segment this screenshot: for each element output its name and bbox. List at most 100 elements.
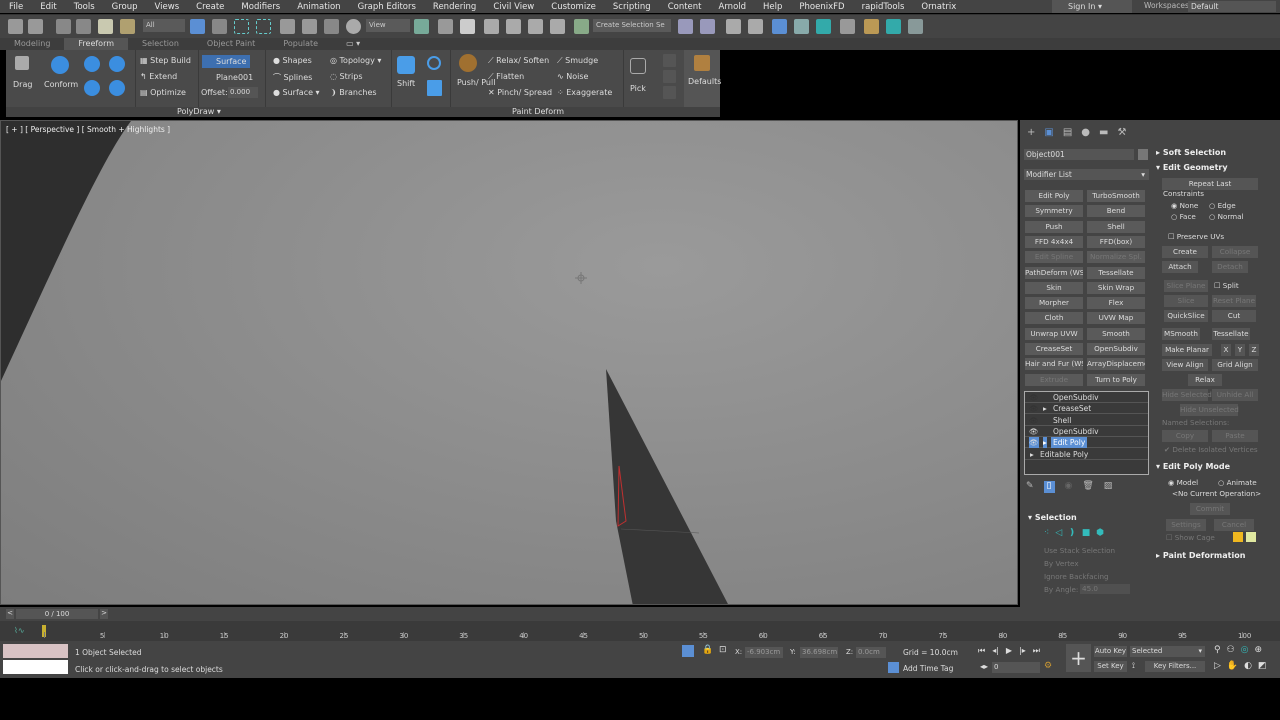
conform-move-icon[interactable] [109, 56, 125, 72]
vertex-icon[interactable]: ⁖ [1044, 528, 1049, 538]
modifier-button[interactable]: Smooth [1087, 327, 1145, 340]
shift-scale-icon[interactable] [427, 80, 442, 96]
eye-icon[interactable]: 👁 [1029, 392, 1039, 403]
noise-button[interactable]: ∿ Noise [557, 72, 588, 81]
exaggerate-button[interactable]: ⁘ Exaggerate [557, 88, 612, 97]
select-by-name-icon[interactable] [212, 19, 227, 34]
menu-arnold[interactable]: Arnold [710, 2, 755, 12]
display-tab-icon[interactable]: ▬ [1099, 127, 1108, 139]
modifier-button[interactable]: Edit Poly [1025, 190, 1083, 202]
current-frame-input[interactable]: 0 [992, 662, 1040, 673]
redo-icon[interactable] [28, 19, 43, 34]
unhide-all-button[interactable]: Unhide All [1212, 389, 1258, 401]
show-cage-checkbox[interactable]: ☐ Show Cage [1166, 533, 1215, 542]
expand-arrow-icon[interactable]: ▸ [1043, 403, 1047, 414]
next-frame-button[interactable]: > [100, 609, 108, 619]
modify-tab-icon[interactable]: ▣ [1044, 127, 1053, 139]
conform-button[interactable]: Conform [44, 80, 78, 89]
orbit-icon[interactable]: ◐ [1244, 661, 1252, 671]
utilities-tab-icon[interactable]: ⚒ [1117, 127, 1126, 139]
go-to-start-icon[interactable]: ⏮ [978, 646, 985, 656]
modifier-button[interactable]: Hair and Fur (WSM) [1025, 358, 1083, 371]
isolate-selection-icon[interactable] [682, 645, 694, 657]
bind-icon[interactable] [120, 19, 135, 34]
push-pull-button[interactable]: Push/ Pull [457, 78, 495, 88]
set-key-button[interactable]: Set Key [1094, 661, 1127, 672]
optimize-button[interactable]: ▤ Optimize [140, 88, 186, 97]
place-icon[interactable] [346, 19, 361, 34]
modifier-button[interactable]: Unwrap UVW [1025, 327, 1083, 340]
zoom-icon[interactable]: ⚲ [1214, 645, 1221, 655]
conform-options-icon[interactable] [109, 80, 125, 96]
selection-filter-dropdown[interactable]: All [143, 19, 185, 32]
expand-arrow-icon[interactable]: ▸ [1043, 437, 1047, 449]
time-configuration-icon[interactable]: ⚙ [1044, 661, 1052, 671]
pick-button[interactable]: Pick [630, 84, 646, 93]
key-mode-dropdown[interactable]: Selected ▾ [1130, 646, 1205, 657]
paint-deformation-header[interactable]: ▸ Paint Deformation [1156, 551, 1245, 560]
move-icon[interactable] [280, 19, 295, 34]
polydraw-group-label[interactable]: PolyDraw ▾ [177, 107, 221, 116]
curve-editor-icon[interactable] [794, 19, 809, 34]
link-icon[interactable] [56, 19, 71, 34]
undo-icon[interactable] [8, 19, 23, 34]
menu-modifiers[interactable]: Modifiers [232, 2, 288, 12]
extend-button[interactable]: ↰ Extend [140, 72, 177, 81]
delete-isolated-checkbox[interactable]: ✔ Delete Isolated Vertices [1164, 445, 1258, 454]
modifier-button[interactable]: Bend [1087, 205, 1145, 218]
remove-modifier-icon[interactable]: 🗑 [1082, 481, 1093, 493]
create-button[interactable]: Create [1162, 246, 1208, 258]
angle-input[interactable]: 45.0 [1080, 584, 1130, 594]
paste-button[interactable]: Paste [1212, 430, 1258, 442]
shift-rotate-icon[interactable] [427, 56, 441, 70]
stack-item[interactable]: ▸ Editable Poly [1025, 449, 1148, 460]
edge-icon[interactable]: ◁ [1055, 528, 1062, 538]
modifier-button[interactable]: PathDeform (WSM) [1025, 266, 1083, 279]
tab-modeling[interactable]: Modeling [0, 38, 64, 50]
render-setup-icon[interactable] [864, 19, 879, 34]
layer-explorer-icon[interactable] [748, 19, 763, 34]
stack-item[interactable]: 👁 Shell [1025, 415, 1148, 426]
modifier-button[interactable]: Normalize Spl. [1087, 251, 1145, 264]
scale-icon[interactable] [324, 19, 339, 34]
by-angle-checkbox[interactable]: By Angle: [1044, 585, 1078, 594]
ribbon-options-icon[interactable]: ▭ ▾ [332, 38, 374, 50]
spinner-snap-icon[interactable] [550, 19, 565, 34]
menu-rendering[interactable]: Rendering [424, 2, 484, 12]
modifier-button[interactable]: Turn to Poly [1087, 373, 1145, 386]
offset-input[interactable]: 0.000 [228, 87, 258, 98]
key-filters-button[interactable]: Key Filters... [1145, 661, 1205, 672]
x-coordinate-input[interactable]: -6.903cm [745, 647, 783, 658]
show-end-result-icon[interactable]: ▯ [1043, 481, 1055, 493]
relax-button[interactable]: Relax [1188, 374, 1222, 386]
msmooth-button[interactable]: MSmooth [1162, 328, 1200, 340]
configure-modifier-sets-icon[interactable]: ▨ [1104, 481, 1113, 493]
ignore-backfacing-checkbox[interactable]: Ignore Backfacing [1044, 572, 1109, 581]
menu-file[interactable]: File [0, 2, 31, 12]
stack-item[interactable]: 👁 ▸ Edit Poly [1025, 437, 1148, 449]
constraint-face-radio[interactable]: ○ Face [1171, 212, 1196, 221]
reference-coordinate-dropdown[interactable]: View [366, 19, 410, 32]
prev-frame-button[interactable]: < [6, 609, 14, 619]
modifier-button[interactable]: TurboSmooth [1087, 190, 1145, 202]
modifier-button[interactable]: Cloth [1025, 312, 1083, 325]
render-icon[interactable] [908, 19, 923, 34]
menu-graph-editors[interactable]: Graph Editors [349, 2, 424, 12]
select-manipulate-icon[interactable] [438, 19, 453, 34]
modifier-button[interactable]: Edit Spline [1025, 251, 1083, 264]
slice-plane-button[interactable]: Slice Plane [1164, 280, 1208, 292]
surface-draw-button[interactable]: ● Surface ▾ [273, 88, 320, 97]
constraint-edge-radio[interactable]: ○ Edge [1209, 201, 1236, 210]
modifier-button[interactable]: Shell [1087, 220, 1145, 233]
tab-freeform[interactable]: Freeform [64, 38, 129, 50]
planar-z-button[interactable]: Z [1249, 344, 1259, 356]
viewport-label[interactable]: [ + ] [ Perspective ] [ Smooth + Highlig… [6, 125, 170, 134]
hide-selected-button[interactable]: Hide Selected [1162, 389, 1212, 401]
create-tab-icon[interactable]: + [1027, 127, 1035, 139]
make-unique-icon[interactable]: ◉ [1065, 481, 1073, 493]
tab-populate[interactable]: Populate [269, 38, 332, 50]
menu-edit[interactable]: Edit [31, 2, 64, 12]
cancel-button[interactable]: Cancel [1214, 519, 1254, 531]
modifier-list-dropdown[interactable]: Modifier List ▾ [1024, 169, 1149, 180]
modifier-button[interactable]: Tessellate [1087, 266, 1145, 279]
